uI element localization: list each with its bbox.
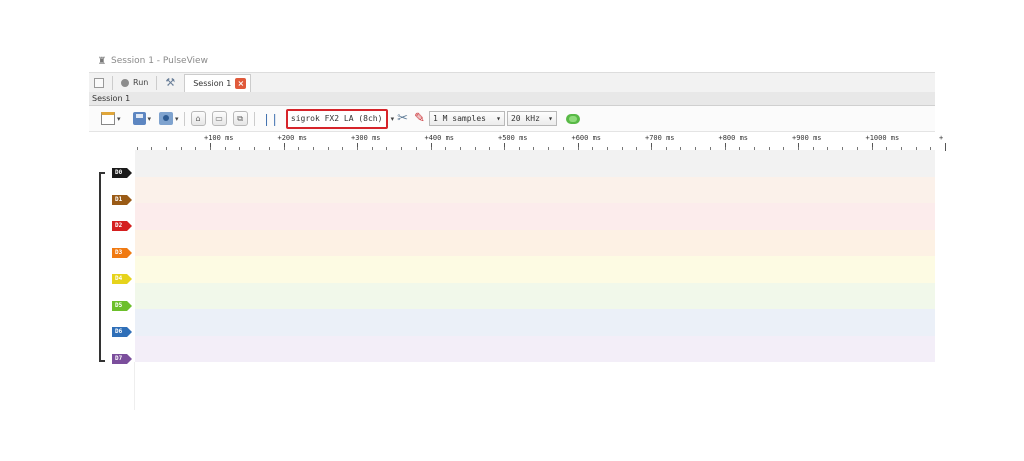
- channel-d0[interactable]: D0: [112, 168, 132, 178]
- empty-channel-area: [89, 362, 135, 410]
- wrench-icon: ⚒: [165, 76, 176, 89]
- ruler-tick-label: +: [939, 134, 944, 142]
- channel-d6[interactable]: D6: [112, 327, 132, 337]
- session-header-label: Session 1: [92, 94, 131, 103]
- zoom-out-button[interactable]: ▭: [211, 111, 227, 126]
- chevron-down-icon: ▾: [175, 114, 179, 123]
- record-icon: [121, 78, 129, 87]
- chevron-down-icon[interactable]: ▾: [391, 115, 395, 123]
- toolbar-separator: [156, 75, 158, 90]
- channel-arrow-icon: [127, 274, 132, 284]
- tab-session-1[interactable]: Session 1 ×: [184, 73, 252, 92]
- channel-arrow-icon: [127, 221, 132, 231]
- samplerate-value: 20 kHz: [510, 114, 540, 123]
- channel-arrow-icon: [127, 194, 132, 205]
- chevron-down-icon: ▾: [117, 114, 121, 123]
- samplerate-select[interactable]: 20 kHz ▾: [506, 111, 557, 126]
- trace-lane-d2[interactable]: [135, 203, 935, 230]
- save-button[interactable]: ▾: [131, 108, 154, 130]
- chevron-down-icon: ▾: [548, 114, 553, 123]
- save-icon: [132, 112, 146, 125]
- window-title: Session 1 - PulseView: [111, 56, 208, 66]
- tab-label: Session 1: [193, 78, 232, 88]
- zoom-fit-button[interactable]: ⧉: [232, 111, 248, 126]
- session-toolbar: ▾ ▾ ▾ ⌂ ▭ ⧉ ❘❘ sigrok FX2 LA (8ch) ▾ ✂ ✎…: [89, 106, 935, 132]
- sample-count-value: 1 M samples: [432, 114, 486, 123]
- run-button[interactable]: Run: [116, 73, 153, 93]
- run-capture-icon[interactable]: [565, 113, 580, 124]
- device-name: sigrok FX2 LA (8ch): [290, 114, 383, 123]
- cursor-icon[interactable]: ❘❘: [262, 112, 280, 126]
- ruler-tick-label: +400 ms: [424, 134, 455, 142]
- zoom-in-button[interactable]: ⌂: [190, 111, 206, 126]
- trace-lane-d0[interactable]: [135, 150, 935, 177]
- pulseview-window: ♜ Session 1 - PulseView Run ⚒ Session 1 …: [89, 50, 946, 410]
- ruler-tick-label: +700 ms: [645, 134, 675, 142]
- channel-label: D4: [112, 274, 127, 284]
- trace-lane-d3[interactable]: [135, 229, 935, 256]
- channel-group-bracket: [99, 172, 105, 362]
- sample-count-select[interactable]: 1 M samples ▾: [428, 111, 505, 126]
- open-file-button[interactable]: ▾: [99, 108, 123, 130]
- square-icon: [94, 77, 104, 88]
- ruler-tick-label: +600 ms: [571, 134, 602, 142]
- main-toolbar: Run ⚒ Session 1 ×: [89, 72, 935, 92]
- trace-lane-d4[interactable]: [135, 256, 935, 283]
- channel-arrow-icon: [127, 247, 132, 258]
- toolbar-separator: [112, 75, 113, 90]
- toolbar-separator: [183, 111, 185, 126]
- ruler-tick-label: +300 ms: [351, 134, 381, 142]
- title-bar: ♜ Session 1 - PulseView: [89, 50, 935, 72]
- time-ruler[interactable]: +100 ms +200 ms +300 ms +400 ms +500 ms +600 …: [135, 132, 946, 152]
- document-icon: [101, 112, 115, 125]
- run-label: Run: [133, 78, 149, 87]
- chevron-down-icon: ▾: [147, 114, 152, 123]
- close-icon[interactable]: ×: [235, 77, 247, 89]
- toolbar-separator: [253, 111, 255, 126]
- export-button[interactable]: ▾: [157, 108, 181, 130]
- trace-lane-d6[interactable]: [135, 309, 935, 336]
- chevron-down-icon: ▾: [496, 114, 501, 123]
- ruler-tick-label: +1000 ms: [865, 134, 900, 142]
- ruler-tick-label: +500 ms: [498, 134, 528, 142]
- channel-d3[interactable]: D3: [112, 247, 132, 258]
- trace-lane-d7[interactable]: [135, 335, 935, 362]
- ruler-tick-label: +200 ms: [277, 134, 308, 142]
- channel-d1[interactable]: D1: [112, 194, 132, 205]
- channel-arrow-icon: [127, 300, 132, 311]
- ruler-tick-label: +100 ms: [204, 134, 234, 142]
- session-header: Session 1: [89, 92, 935, 106]
- device-select[interactable]: sigrok FX2 LA (8ch): [285, 108, 388, 129]
- trace-lane-d5[interactable]: [135, 282, 935, 309]
- channel-d4[interactable]: D4: [112, 274, 132, 284]
- ruler-tick-label: +800 ms: [718, 134, 749, 142]
- channel-label: D2: [112, 221, 127, 231]
- ruler-major-tick: [945, 143, 946, 151]
- ruler-tick-label: +900 ms: [792, 134, 822, 142]
- pulseview-icon: ♜: [97, 55, 107, 67]
- channel-d5[interactable]: D5: [112, 300, 132, 311]
- settings-button[interactable]: ⚒: [160, 73, 180, 93]
- trace-lane-d1[interactable]: [135, 176, 935, 203]
- channel-arrow-icon: [127, 168, 132, 178]
- probe-icon[interactable]: ✎: [414, 111, 425, 126]
- channel-d2[interactable]: D2: [112, 221, 132, 231]
- trace-view[interactable]: [135, 150, 935, 362]
- channel-label: D0: [112, 168, 127, 178]
- channel-label: D3: [112, 247, 127, 258]
- export-icon: [159, 112, 174, 125]
- channel-label: D1: [112, 194, 127, 205]
- new-session-button[interactable]: [89, 73, 109, 93]
- channel-label: D6: [112, 327, 127, 337]
- channel-label: D5: [112, 300, 127, 311]
- channel-arrow-icon: [127, 327, 132, 337]
- device-config-icon[interactable]: ✂: [397, 111, 408, 126]
